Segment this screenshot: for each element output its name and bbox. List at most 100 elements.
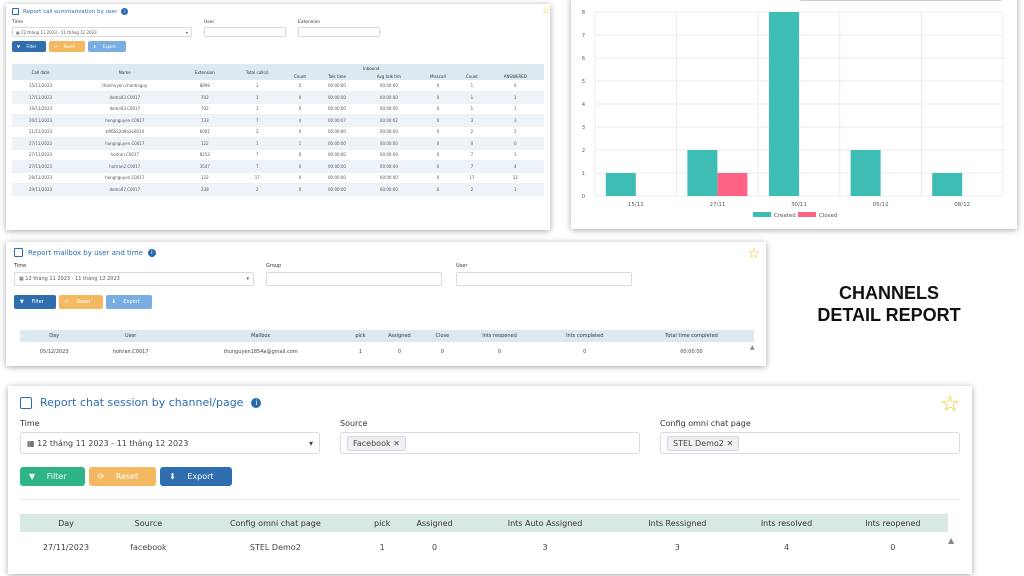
table-row[interactable]: 27/11/2023 hoitran2.C0017 3547 7 0 00:00:00 00… [12,160,544,173]
col-header[interactable]: Day [20,330,89,342]
col-header[interactable]: pick [348,330,373,342]
col-header[interactable]: Day [20,514,112,532]
extension-input[interactable] [298,27,380,37]
info-icon[interactable]: i [147,248,156,257]
table-row[interactable]: 27/11/2023 facebook STEL Demo2 1 0 3 3 4 0 [20,532,948,562]
bar-created[interactable] [850,150,881,196]
star-icon[interactable]: ☆ [940,392,960,417]
col-header[interactable]: Mailbox [172,330,349,342]
reset-button[interactable]: ⟳ Reset [49,41,86,52]
col-header[interactable]: Ints Ressigned [619,514,736,532]
table-row[interactable]: 27/11/2023 hongnguyen.C0017 122 1 1 00:00:00 0… [12,137,544,150]
col-header[interactable]: Talk time [314,72,360,80]
col-header[interactable]: Total call(s) [229,64,286,80]
time-range-select[interactable]: ▦ 12 tháng 11 2023 - 11 tháng 12 2023 ▾ [12,27,192,37]
remove-tag-icon[interactable]: ✕ [726,439,733,448]
star-icon[interactable]: ☆ [747,246,760,262]
table-row[interactable]: 27/11/2023 hoitran.C0017 8253 7 0 00:00:00 00:… [12,149,544,161]
info-icon[interactable]: i [121,8,129,15]
table-cell: 2 [229,183,286,196]
user-input[interactable] [204,27,286,37]
col-header[interactable]: Assigned [398,514,471,532]
col-header[interactable]: Assigned [372,330,427,342]
reset-button[interactable]: ⟳ Reset [58,295,103,309]
bar-created[interactable] [769,12,799,196]
table-row[interactable]: 20/11/2023 hongnguyen.C0017 133 7 4 00:00:07 0… [12,114,544,127]
inbound-group-header: Inbound [285,64,458,72]
filter-button[interactable]: ▼ Filter [20,467,85,486]
legend-swatch [753,212,771,217]
table-cell: 0 [418,114,458,127]
col-header[interactable]: Call date [12,64,70,80]
table-cell: 0 [285,183,315,196]
table-cell: 27/11/2023 [12,137,70,150]
table-row[interactable]: 19/11/2023 demo03.C0017 702 1 0 00:00:00 00:00… [12,103,544,115]
table-cell: 7 [229,160,286,173]
table-row[interactable]: 15/11/2023 thanhuyen.chanhnguy 8899 1 0 00:00… [12,80,544,92]
export-button[interactable]: ⬇ Export [160,467,232,486]
table-row[interactable]: 29/11/2023 hongnguyen.C0017 122 17 0 00:00:00… [12,172,544,184]
table-cell: 27/11/2023 [42,542,90,552]
legend-label[interactable]: Closed [819,213,837,219]
col-header[interactable]: Count [457,72,487,80]
col-header[interactable]: Close [426,330,459,342]
group-input[interactable] [266,272,442,286]
bar-created[interactable] [687,150,718,196]
col-header[interactable]: Total time completed [628,330,754,342]
col-header[interactable]: Config omni chat page [184,514,366,532]
filter-button[interactable]: ▼ Filter [14,295,56,309]
bar-created[interactable] [605,173,636,196]
table-cell: 4 [783,542,790,552]
table-row[interactable]: 21/11/2023 tdf6622d9a2e0034 6001 2 0 00:00:00… [12,126,544,138]
scroll-up-arrow[interactable]: ▲ [948,536,954,545]
table-cell: hongnguyen.C0017 [69,172,181,184]
col-header[interactable]: Ints Auto Assigned [470,514,620,532]
col-header[interactable]: Ints completed [540,330,629,342]
scroll-up-arrow[interactable]: ▲ [750,344,755,351]
config-select[interactable]: STEL Demo2 ✕ [660,432,960,454]
export-button[interactable]: ⬇ Export [105,295,152,309]
col-header[interactable]: Name [69,64,181,80]
call-summary-panel: Report call summarization by user i ☆ Ti… [6,4,550,230]
star-icon[interactable]: ☆ [542,6,550,16]
bar-created[interactable] [932,173,963,196]
time-range-select[interactable]: ▦ 12 tháng 11 2023 - 11 tháng 12 2023 ▾ [20,432,320,454]
table-row[interactable]: 17/11/2023 demo03.C0017 702 1 0 00:00:00 00:00… [12,91,544,104]
col-header[interactable]: ANSWERED [486,72,544,80]
chevron-down-icon: ▾ [308,438,313,448]
reset-button[interactable]: ⟳ Reset [88,467,157,486]
col-header[interactable]: Count [285,72,315,80]
col-header[interactable]: User [88,330,173,342]
table-cell: hongnguyen.C0017 [69,137,181,150]
col-header[interactable]: Ints reopened [837,514,948,532]
time-range-select[interactable]: ▦ 12 tháng 11 2023 - 11 tháng 12 2023 ▾ [14,272,254,286]
table-cell: 00:00:00 [314,80,360,92]
info-icon[interactable]: i [251,397,262,408]
table-cell: 1 [229,80,286,92]
col-header[interactable]: Misscall [418,72,458,80]
bar-closed[interactable] [717,173,748,196]
source-select[interactable]: Facebook ✕ [340,432,640,454]
group-label: Group [266,263,282,269]
table-cell: hongnguyen.C0017 [69,114,181,127]
user-input[interactable] [456,272,632,286]
table-cell: 00:00:00 [314,160,360,173]
col-header[interactable]: pick [365,514,399,532]
remove-tag-icon[interactable]: ✕ [393,439,400,448]
col-header[interactable]: Ints reopened [458,330,541,342]
table-cell: 20/11/2023 [12,114,70,127]
filter-button[interactable]: ▼ Filter [12,41,47,52]
table-row[interactable]: 05/12/2023 hoitran.C0017 thunguyen1854a@gm… [20,342,754,362]
col-header[interactable]: Source [111,514,185,532]
table-row[interactable]: 29/11/2023 demo07.C0017 238 2 0 00:00:00 00:00… [12,183,544,196]
table-cell: 19/11/2023 [12,103,70,115]
table-cell: 00:00:00 [680,349,703,355]
col-header[interactable]: Ints resolved [735,514,838,532]
table-cell: 00:00:00 [359,183,419,196]
legend-label[interactable]: Created [774,213,796,219]
export-button[interactable]: ⬇ Export [88,41,126,52]
extension-label: Extension [298,20,321,25]
divider [20,499,960,500]
col-header[interactable]: Avg talk tim [359,72,419,80]
col-header[interactable]: Extension [180,64,230,80]
